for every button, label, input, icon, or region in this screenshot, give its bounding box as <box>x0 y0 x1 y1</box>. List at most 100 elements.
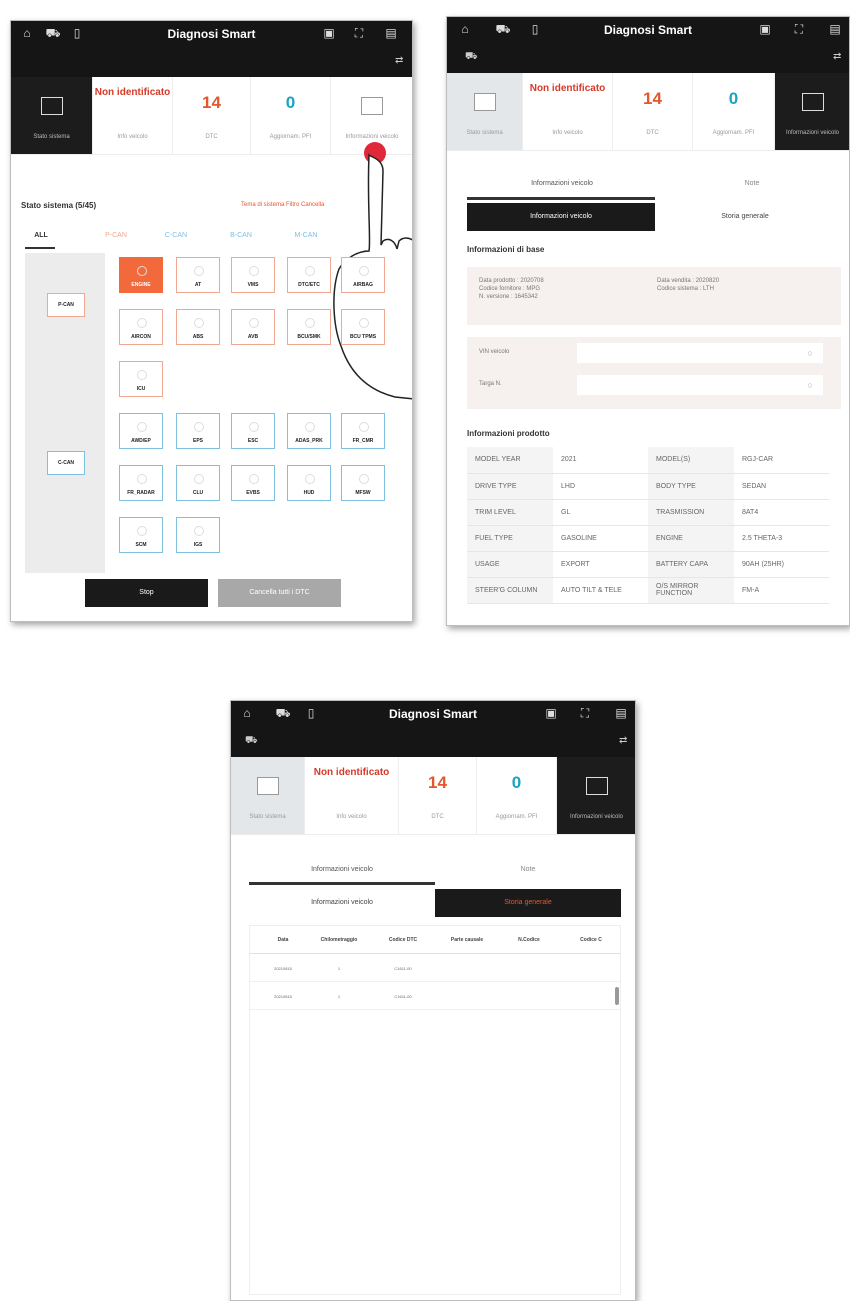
table-cell: 20210815 <box>274 966 292 971</box>
module-bcu-tpms[interactable]: BCU TPMS <box>341 309 385 345</box>
column-header[interactable]: Codice DTC <box>374 937 432 943</box>
tab-pcan[interactable]: P-CAN <box>91 226 141 246</box>
field-value: EXPORT <box>553 551 648 578</box>
history-header: Data Chilometraggio Codice DTC Parte causal… <box>250 926 620 954</box>
system-status-cell[interactable]: Stato sistema <box>447 73 523 150</box>
module-evbs[interactable]: EVBS <box>231 465 275 501</box>
expand-icon[interactable]: ⛶ <box>577 706 593 720</box>
module-hud[interactable]: HUD <box>287 465 331 501</box>
column-header[interactable]: N.Codice <box>500 937 558 943</box>
column-header[interactable]: Parte causale <box>438 937 496 943</box>
module-at[interactable]: AT <box>176 257 220 293</box>
module-aircon[interactable]: AIRCON <box>119 309 163 345</box>
tab-vehicle-info[interactable]: Informazioni veicolo <box>467 171 657 197</box>
tab-ccan[interactable]: C-CAN <box>151 226 201 246</box>
menu-icon[interactable]: ▤ <box>827 22 843 36</box>
wifi-icon[interactable]: ▣ <box>321 26 337 40</box>
swap-icon[interactable]: ⇄ <box>395 55 409 67</box>
module-scm[interactable]: SCM <box>119 517 163 553</box>
search-icon[interactable]: ○ <box>797 375 823 395</box>
search-icon[interactable]: ○ <box>797 343 823 363</box>
tab-vehicle-info[interactable]: Informazioni veicolo <box>249 857 435 883</box>
tab-all[interactable]: ALL <box>21 226 61 246</box>
expand-icon[interactable]: ⛶ <box>791 22 807 36</box>
system-status-cell[interactable]: Stato sistema <box>231 757 305 834</box>
vehicle-info-cell[interactable]: Informazioni veicolo <box>557 757 635 834</box>
module-label: CLU <box>192 490 204 496</box>
module-engine[interactable]: ENGINE <box>119 257 163 293</box>
module-icu[interactable]: ICU <box>119 361 163 397</box>
tab-notes[interactable]: Note <box>435 857 621 883</box>
module-mfsw[interactable]: MFSW <box>341 465 385 501</box>
module-dtc-etc[interactable]: DTC/ETC <box>287 257 331 293</box>
plate-input[interactable] <box>577 375 797 395</box>
table-row[interactable]: 20210815 1 C1611-00 <box>250 954 620 982</box>
table-row: USAGE EXPORT BATTERY CAPA 90AH (25HR) <box>467 551 829 578</box>
vehicle-status-cell[interactable]: Non identificato Info veicolo <box>93 77 173 154</box>
segment-history[interactable]: Storia generale <box>435 889 621 917</box>
screen-vehicle-info: ⌂ ⛟ ▯ Diagnosi Smart ▣ ⛶ ▤ ⛟ ⇄ Stato sis… <box>446 16 850 626</box>
vehicle-info-cell[interactable]: Informazioni veicolo <box>775 73 849 150</box>
vin-input[interactable] <box>577 343 797 363</box>
tab-indicator <box>467 197 655 200</box>
swap-icon[interactable]: ⇄ <box>833 51 847 63</box>
column-header[interactable]: Codice C <box>562 937 620 943</box>
segment-vehicle-info[interactable]: Informazioni veicolo <box>467 203 655 231</box>
table-cell: 1 <box>337 966 341 971</box>
module-clu[interactable]: CLU <box>176 465 220 501</box>
updates-cell[interactable]: 0 Aggiornam. PFI <box>693 73 775 150</box>
table-row[interactable]: 20210815 1 C1611-00 <box>250 982 620 1010</box>
module-abs[interactable]: ABS <box>176 309 220 345</box>
expand-icon[interactable]: ⛶ <box>351 26 367 40</box>
module-status-icon <box>194 474 204 484</box>
wifi-icon[interactable]: ▣ <box>543 706 559 720</box>
column-header[interactable]: Data <box>254 937 312 943</box>
module-bcu-smk[interactable]: BCU/SMK <box>287 309 331 345</box>
system-status-cell[interactable]: Stato sistema <box>11 77 93 154</box>
segment-vehicle-info[interactable]: Informazioni veicolo <box>249 889 435 917</box>
field-value: SEDAN <box>734 473 829 500</box>
vehicle-status-cell[interactable]: Non identificato Info veicolo <box>305 757 399 834</box>
module-awd-ep[interactable]: AWD/EP <box>119 413 163 449</box>
field-value: 8AT4 <box>734 499 829 526</box>
dtc-cell[interactable]: 14 DTC <box>613 73 693 150</box>
updates-cell[interactable]: 0 Aggiornam. PFI <box>477 757 557 834</box>
module-igs[interactable]: IGS <box>176 517 220 553</box>
bus-pcan[interactable]: P-CAN <box>47 293 85 317</box>
tab-bcan[interactable]: B-CAN <box>216 226 266 246</box>
field-label: STEER'G COLUMN <box>467 577 553 604</box>
scroll-handle[interactable] <box>615 987 619 1005</box>
field-value: LHD <box>553 473 648 500</box>
segment-history[interactable]: Storia generale <box>655 203 835 231</box>
menu-icon[interactable]: ▤ <box>383 26 399 40</box>
stop-button[interactable]: Stop <box>85 579 208 607</box>
swap-icon[interactable]: ⇄ <box>619 735 633 747</box>
field-label: TRASMISSION <box>648 499 734 526</box>
module-label: AT <box>194 282 202 288</box>
summary-bar: Stato sistema Non identificato Info veic… <box>231 757 635 835</box>
module-fr-radar[interactable]: FR_RADAR <box>119 465 163 501</box>
module-adas-prk[interactable]: ADAS_PRK <box>287 413 331 449</box>
module-vms[interactable]: VMS <box>231 257 275 293</box>
top-bar: ⌂ ⛟ ▯ Diagnosi Smart ▣ ⛶ ▤ ⛟ ⇄ <box>447 17 849 73</box>
module-fr-cmr[interactable]: FR_CMR <box>341 413 385 449</box>
module-esc[interactable]: ESC <box>231 413 275 449</box>
table-row: STEER'G COLUMN AUTO TILT & TELE O/S MIRROR… <box>467 577 829 604</box>
wifi-icon[interactable]: ▣ <box>757 22 773 36</box>
field-value: AUTO TILT & TELE <box>553 577 648 604</box>
history-table: Data Chilometraggio Codice DTC Parte causal… <box>249 925 621 1295</box>
field-value: RGJ-CAR <box>734 447 829 474</box>
field-label: BATTERY CAPA <box>648 551 734 578</box>
vehicle-status-cell[interactable]: Non identificato Info veicolo <box>523 73 613 150</box>
module-avb[interactable]: AVB <box>231 309 275 345</box>
tab-notes[interactable]: Note <box>667 171 837 197</box>
tab-indicator <box>25 247 55 249</box>
menu-icon[interactable]: ▤ <box>613 706 629 720</box>
module-eps[interactable]: EPS <box>176 413 220 449</box>
dtc-cell[interactable]: 14 DTC <box>173 77 251 154</box>
module-airbag[interactable]: AIRBAG <box>341 257 385 293</box>
clear-dtc-button[interactable]: Cancella tutti i DTC <box>218 579 341 607</box>
dtc-cell[interactable]: 14 DTC <box>399 757 477 834</box>
bus-ccan[interactable]: C-CAN <box>47 451 85 475</box>
column-header[interactable]: Chilometraggio <box>310 937 368 943</box>
